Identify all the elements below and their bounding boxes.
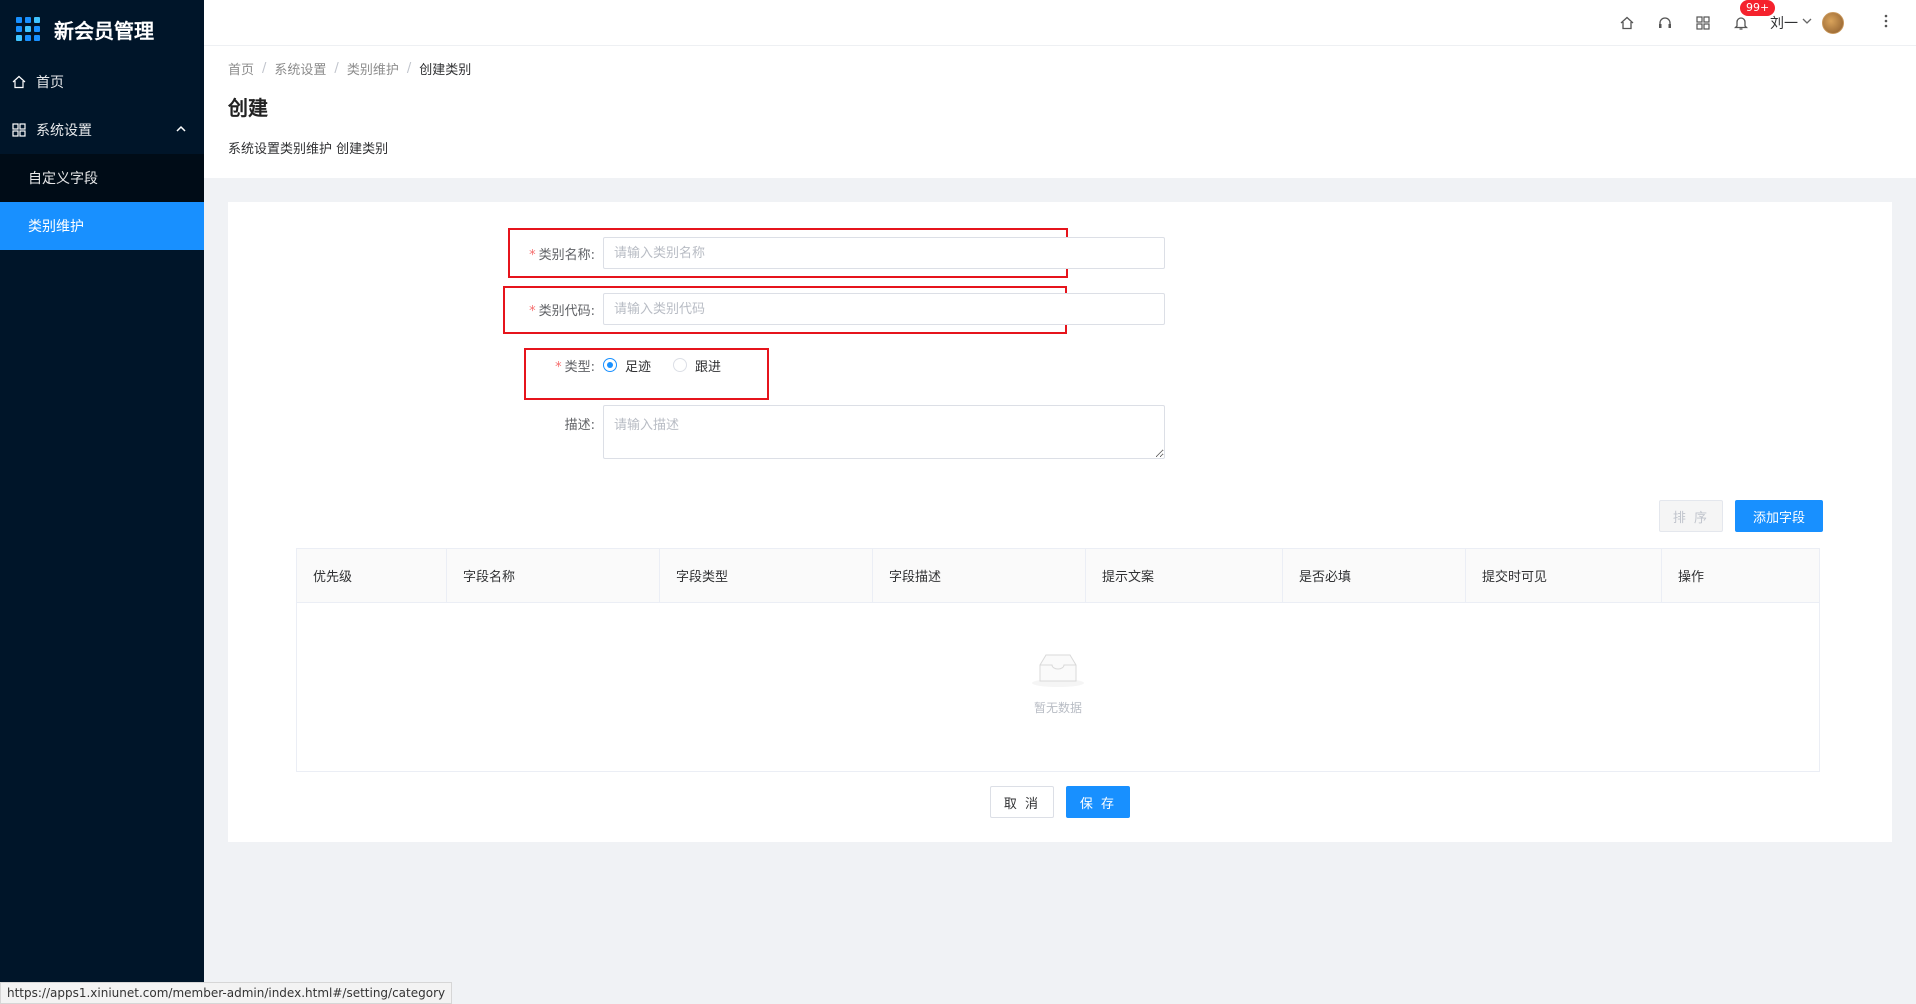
sidebar-item-label: 首页 xyxy=(36,75,64,91)
app-grid-icon xyxy=(16,17,40,41)
description-label: 描述: xyxy=(564,418,595,433)
column-header: 字段描述 xyxy=(873,549,1086,602)
field-description: 描述: xyxy=(513,405,1165,459)
breadcrumb-category[interactable]: 类别维护 xyxy=(347,59,399,78)
sidebar-item-label: 类别维护 xyxy=(28,219,84,235)
add-field-button[interactable]: 添加字段 xyxy=(1735,500,1823,532)
radio-unchecked-icon xyxy=(673,358,688,372)
type-label: * 类型: xyxy=(555,359,595,375)
home-icon xyxy=(12,75,26,89)
field-category-code: * 类别代码: xyxy=(513,293,1165,325)
sidebar-group-label: 系统设置 xyxy=(36,123,92,139)
fields-table: 优先级 字段名称 字段类型 字段描述 提示文案 是否必填 提交时可见 操作 暂无… xyxy=(296,548,1820,772)
user-menu[interactable]: 刘一 xyxy=(1770,11,1844,34)
field-type: * 类型: 足迹 跟进 xyxy=(513,349,743,381)
category-code-input[interactable] xyxy=(603,293,1165,325)
sidebar-item-label: 自定义字段 xyxy=(28,171,98,187)
field-category-name: * 类别名称: xyxy=(513,237,1165,269)
sidebar-item-home[interactable]: 首页 xyxy=(0,58,204,106)
column-header: 操作 xyxy=(1678,570,1705,585)
more-vertical-icon[interactable] xyxy=(1884,13,1888,32)
sidebar-group-settings[interactable]: 系统设置 xyxy=(0,106,204,154)
radio-checked-icon xyxy=(603,358,617,372)
breadcrumb-settings[interactable]: 系统设置 xyxy=(274,59,326,78)
chevron-down-icon xyxy=(1802,17,1812,28)
page-header: 首页 / 系统设置 / 类别维护 / 创建类别 创建 系统设置类别维护 创建类别 xyxy=(204,46,1916,178)
settings-submenu: 自定义字段 类别维护 xyxy=(0,154,204,250)
column-header: 是否必填 xyxy=(1283,549,1466,602)
column-header: 提示文案 xyxy=(1086,549,1283,602)
column-header: 字段类型 xyxy=(660,549,873,602)
chevron-up-icon xyxy=(176,122,186,138)
empty-box-icon xyxy=(1030,649,1086,693)
sidebar-item-category[interactable]: 类别维护 xyxy=(0,202,204,250)
settings-grid-icon xyxy=(12,123,26,137)
user-name: 刘一 xyxy=(1770,15,1798,32)
sidebar: 新会员管理 首页 系统设置 自定义字段 类别维护 xyxy=(0,0,204,1004)
description-textarea[interactable] xyxy=(603,405,1165,459)
apps-grid-icon[interactable] xyxy=(1692,12,1714,34)
column-header: 字段名称 xyxy=(447,549,660,602)
headset-icon[interactable] xyxy=(1654,12,1676,34)
radio-footprint[interactable]: 足迹 xyxy=(603,356,651,375)
bell-icon[interactable]: 99+ xyxy=(1730,0,1776,34)
table-header: 优先级 字段名称 字段类型 字段描述 提示文案 是否必填 提交时可见 操作 xyxy=(297,549,1819,603)
category-name-input[interactable] xyxy=(603,237,1165,269)
top-header: 99+ 刘一 xyxy=(204,0,1916,46)
page-title: 创建 xyxy=(228,96,268,120)
form-card: *类别名称: *类别代码: *类型: 足迹 跟进 描述: 排 序 添加字段 优先… xyxy=(228,202,1892,842)
breadcrumb-current: 创建类别 xyxy=(419,62,472,78)
breadcrumb: 首页 / 系统设置 / 类别维护 / 创建类别 xyxy=(228,59,472,78)
category-name-label: * 类别名称: xyxy=(529,247,595,263)
page-description: 系统设置类别维护 创建类别 xyxy=(228,142,389,157)
radio-follow-up[interactable]: 跟进 xyxy=(673,356,721,375)
sort-button[interactable]: 排 序 xyxy=(1659,500,1723,532)
notification-badge: 99+ xyxy=(1740,0,1776,16)
empty-state: 暂无数据 xyxy=(297,649,1819,716)
sidebar-item-custom-fields[interactable]: 自定义字段 xyxy=(0,154,204,202)
category-code-label: * 类别代码: xyxy=(529,303,595,319)
home-icon[interactable] xyxy=(1616,12,1638,34)
empty-text: 暂无数据 xyxy=(1033,701,1082,715)
column-header: 优先级 xyxy=(297,549,447,602)
save-button[interactable]: 保 存 xyxy=(1066,786,1130,818)
avatar xyxy=(1822,11,1844,34)
column-header: 提交时可见 xyxy=(1466,549,1662,602)
cancel-button[interactable]: 取 消 xyxy=(990,786,1054,818)
app-title: 新会员管理 xyxy=(54,18,154,43)
status-bar-url: https://apps1.xiniunet.com/member-admin/… xyxy=(0,982,453,1004)
breadcrumb-home[interactable]: 首页 xyxy=(228,59,254,78)
app-logo[interactable]: 新会员管理 xyxy=(0,0,204,58)
